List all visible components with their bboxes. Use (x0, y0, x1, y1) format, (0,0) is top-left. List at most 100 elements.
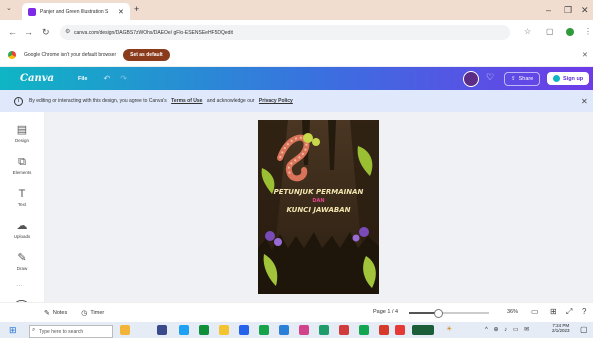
zoom-level[interactable]: 36% (507, 309, 518, 315)
sidebar-label: Elements (12, 170, 32, 175)
media-icon[interactable] (339, 325, 349, 335)
taskbar-search-input[interactable]: ⌕ Type here to search (29, 325, 113, 338)
editor-sidebar: ▤ Design ⧉ Elements T Text ☁ Uploads ✎ D… (0, 112, 45, 320)
grid-view-icon[interactable]: ⊞ (550, 307, 557, 316)
share-label: Share (518, 76, 534, 82)
new-tab-button[interactable]: + (134, 4, 139, 14)
sidebar-item-elements[interactable]: ⧉ Elements (0, 156, 44, 175)
reload-icon[interactable]: ↻ (42, 27, 50, 38)
file-menu[interactable]: File (78, 76, 87, 82)
sidebar-label: Uploads (13, 234, 31, 239)
text-icon: T (18, 188, 26, 200)
minimize-button[interactable]: – (546, 5, 551, 15)
file-explorer-icon[interactable] (219, 325, 229, 335)
timer-button[interactable]: Timer (90, 310, 104, 316)
chrome-logo-icon (8, 51, 16, 59)
side-panel-icon[interactable]: ▢ (546, 27, 554, 36)
browser-tab[interactable]: Panjer and Green Illustration S ✕ (22, 3, 130, 20)
zoom-slider-handle[interactable] (433, 309, 443, 318)
chrome-taskbar-icon[interactable] (199, 325, 209, 335)
set-default-button[interactable]: Set as default (123, 49, 170, 61)
weather-icon[interactable]: ☀ (446, 325, 452, 333)
more-apps-icon[interactable]: ⋯ (16, 282, 23, 290)
profile-avatar[interactable] (566, 28, 574, 36)
sidebar-label: Draw (16, 266, 28, 271)
canva-logo[interactable]: Canva (20, 73, 54, 84)
infobar-close-icon[interactable]: ✕ (582, 51, 588, 59)
signup-logo-icon (553, 75, 560, 82)
uploads-icon: ☁ (16, 220, 28, 232)
sidebar-label: Text (17, 202, 27, 207)
window-preview-icon[interactable] (412, 325, 434, 335)
sidebar-item-uploads[interactable]: ☁ Uploads (0, 220, 44, 239)
taskbar-clock[interactable]: 7:24 PM 2/1/2023 (552, 323, 570, 333)
draw-icon: ✎ (17, 252, 27, 264)
design-icon: ▤ (16, 124, 28, 136)
menu-kebab-icon[interactable]: ⋮ (584, 27, 592, 36)
page-view-icon[interactable]: ▭ (531, 307, 539, 316)
poster-title-line2: DAN (312, 198, 325, 204)
photos-icon[interactable] (299, 325, 309, 335)
info-icon: i (14, 96, 23, 106)
tab-close-icon[interactable]: ✕ (118, 8, 124, 16)
store-icon[interactable] (239, 325, 249, 335)
privacy-link[interactable]: Privacy Policy (259, 98, 293, 104)
signup-label: Sign up (563, 75, 584, 82)
back-icon[interactable]: ← (8, 27, 17, 37)
poster-title-line1: PETUNJUK PERMAINAN (273, 188, 364, 196)
spotify-icon[interactable] (359, 325, 369, 335)
tab-title: Panjer and Green Illustration S (40, 8, 109, 15)
sidebar-item-design[interactable]: ▤ Design (0, 124, 44, 143)
notes-button[interactable]: Notes (53, 310, 67, 316)
comment-icon[interactable]: ♡ (486, 72, 494, 83)
notice-middle: and acknowledge our (206, 98, 255, 104)
help-icon[interactable]: ? (582, 307, 586, 316)
tab-search-icon[interactable]: ⌄ (6, 4, 12, 12)
sign-up-button[interactable]: Sign up (547, 72, 590, 85)
infobar-message: Google Chrome isn't your default browser (24, 52, 117, 58)
edge-icon[interactable] (179, 325, 189, 335)
notification-icon[interactable]: ▢ (580, 325, 588, 334)
zoom-slider[interactable] (409, 309, 489, 318)
elements-icon: ⧉ (18, 156, 26, 168)
fullscreen-icon[interactable]: ⤢ (566, 307, 572, 317)
task-view-icon[interactable] (157, 325, 167, 335)
mail-icon[interactable] (279, 325, 289, 335)
canva-favicon-icon (28, 7, 36, 16)
page-indicator[interactable]: Page 1 / 4 (373, 309, 398, 315)
forward-icon[interactable]: → (24, 27, 33, 37)
terms-notice-banner: i By editing or interacting with this de… (0, 90, 593, 112)
url-text: canva.com/design/DAGBS7zWOhs/DAEOe/ gFlo… (74, 29, 233, 36)
terms-link[interactable]: Terms of Use (171, 98, 202, 104)
whatsapp-icon[interactable] (319, 325, 329, 335)
sidebar-item-draw[interactable]: ✎ Draw (0, 252, 44, 271)
office-icon[interactable] (379, 325, 389, 335)
system-tray-icons[interactable]: ^ ⊕ ♪ ▭ ✉ (485, 326, 531, 333)
restore-button[interactable]: ❐ (564, 5, 572, 16)
user-avatar[interactable] (463, 71, 479, 87)
address-field[interactable]: canva.com/design/DAGBS7zWOhs/DAEOe/ gFlo… (60, 25, 510, 40)
editor-bottom-bar: ✎ Notes ◷ Timer (0, 302, 593, 323)
design-page[interactable]: PETUNJUK PERMAINAN DAN KUNCI JAWABAN (258, 120, 379, 294)
notice-close-icon[interactable]: ✕ (581, 97, 588, 106)
undo-icon[interactable]: ↶ (103, 74, 110, 83)
sidebar-item-text[interactable]: T Text (0, 188, 44, 207)
default-browser-infobar: Google Chrome isn't your default browser… (0, 44, 593, 67)
site-info-icon[interactable]: ⚙ (65, 28, 70, 35)
search-placeholder: Type here to search (39, 328, 84, 335)
notes-icon: ✎ (44, 310, 50, 317)
redo-icon[interactable]: ↷ (120, 74, 127, 83)
search-icon: ⌕ (32, 327, 36, 333)
app-icon[interactable] (259, 325, 269, 335)
sidebar-label: Design (14, 138, 29, 143)
close-window-button[interactable]: ✕ (581, 5, 589, 16)
timer-icon: ◷ (81, 310, 88, 317)
notice-prefix: By editing or interacting with this desi… (29, 98, 167, 104)
windows-start-icon[interactable]: ⊞ (9, 325, 17, 335)
clock-date: 2/1/2023 (552, 328, 570, 333)
share-button[interactable]: ⇪ Share (504, 72, 541, 86)
bookmark-star-icon[interactable]: ☆ (524, 27, 531, 36)
widget-icon[interactable] (120, 325, 130, 335)
poster-title-line3: KUNCI JAWABAN (286, 206, 351, 214)
chrome-active-icon[interactable] (395, 325, 405, 335)
